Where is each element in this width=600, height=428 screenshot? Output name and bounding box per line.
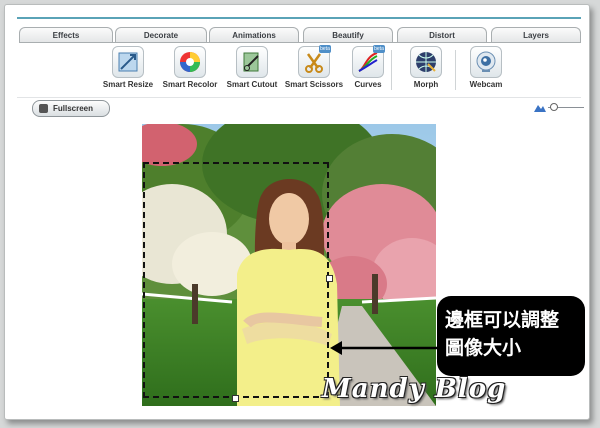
scissors-cut-icon: [236, 46, 268, 78]
tool-separator: [391, 50, 392, 90]
watermark: Mandy Blog: [322, 374, 507, 404]
smart-recolor-button[interactable]: Smart Recolor: [157, 46, 223, 94]
tab-distort[interactable]: Distort: [397, 27, 487, 43]
resize-handle-right[interactable]: [326, 275, 333, 282]
webcam-button[interactable]: Webcam: [453, 46, 519, 94]
annotation-line-1: 邊框可以調整: [445, 309, 560, 331]
tab-bar: Effects Decorate Animations Beautify Dis…: [19, 27, 581, 43]
morph-button[interactable]: Morph: [393, 46, 459, 94]
tool-label: Smart Recolor: [162, 80, 218, 89]
fullscreen-button[interactable]: Fullscreen: [32, 100, 110, 117]
smart-resize-icon: [112, 46, 144, 78]
tool-strip: Smart Resize Smart Recolor Smart Cutout …: [95, 45, 515, 94]
smart-cutout-button[interactable]: Smart Cutout: [219, 46, 285, 94]
beta-badge: beta: [373, 45, 385, 53]
fullscreen-icon: [39, 104, 48, 113]
morph-globe-icon: [410, 46, 442, 78]
smart-resize-button[interactable]: Smart Resize: [95, 46, 161, 94]
annotation-line-2: 圖像大小: [445, 337, 522, 359]
toolbar-divider: [17, 97, 581, 98]
tool-label: Smart Resize: [102, 80, 154, 89]
zoom-slider[interactable]: [532, 100, 586, 114]
webcam-icon: [470, 46, 502, 78]
tab-animations[interactable]: Animations: [209, 27, 299, 43]
annotation-callout: 邊框可以調整 圖像大小: [437, 296, 585, 376]
tool-label: Webcam: [469, 80, 503, 89]
scissors-icon: beta: [298, 45, 331, 78]
resize-handle-bottom[interactable]: [232, 395, 239, 402]
tab-effects[interactable]: Effects: [19, 27, 113, 43]
tab-layers[interactable]: Layers: [491, 27, 581, 43]
beta-badge: beta: [319, 45, 331, 53]
tool-label: Morph: [413, 80, 439, 89]
tool-label: Smart Cutout: [226, 80, 278, 89]
tab-underline: [19, 42, 581, 43]
tab-beautify[interactable]: Beautify: [303, 27, 393, 43]
annotation-arrow: [330, 341, 438, 355]
tab-decorate[interactable]: Decorate: [115, 27, 207, 43]
mountain-icon: [534, 105, 546, 112]
curves-icon: beta: [352, 45, 385, 78]
fullscreen-label: Fullscreen: [53, 104, 94, 113]
selection-box[interactable]: [143, 162, 329, 398]
top-accent-line: [17, 17, 581, 19]
zoom-knob[interactable]: [550, 103, 558, 111]
color-wheel-icon: [174, 46, 206, 78]
